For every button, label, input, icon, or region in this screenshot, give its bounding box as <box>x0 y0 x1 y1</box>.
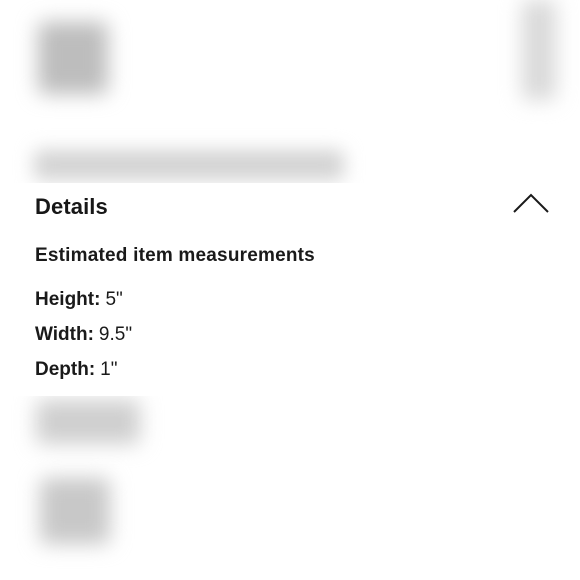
blurred-text-line <box>34 150 344 180</box>
page: Details Estimated item measurements Heig… <box>0 0 580 580</box>
measurement-value: 1" <box>100 359 118 380</box>
measurement-row-depth: Depth: 1" <box>35 359 117 381</box>
measurement-row-height: Height: 5" <box>35 289 123 311</box>
measurement-label: Width: <box>35 324 94 345</box>
measurement-row-width: Width: 9.5" <box>35 324 132 346</box>
details-title: Details <box>35 194 108 219</box>
measurement-label: Depth: <box>35 359 96 380</box>
measurement-value: 5" <box>105 289 123 310</box>
chevron-up-icon[interactable] <box>512 190 550 216</box>
blurred-edge-content <box>522 0 556 100</box>
blurred-image-thumbnail <box>38 22 108 94</box>
measurements-heading: Estimated item measurements <box>35 245 315 266</box>
details-header[interactable]: Details <box>35 188 550 222</box>
blurred-content-block <box>36 400 140 444</box>
details-section: Details Estimated item measurements Heig… <box>0 183 580 396</box>
blurred-image-thumbnail-lower <box>40 478 110 544</box>
measurement-value: 9.5" <box>98 324 133 345</box>
measurement-label: Height: <box>35 289 101 310</box>
